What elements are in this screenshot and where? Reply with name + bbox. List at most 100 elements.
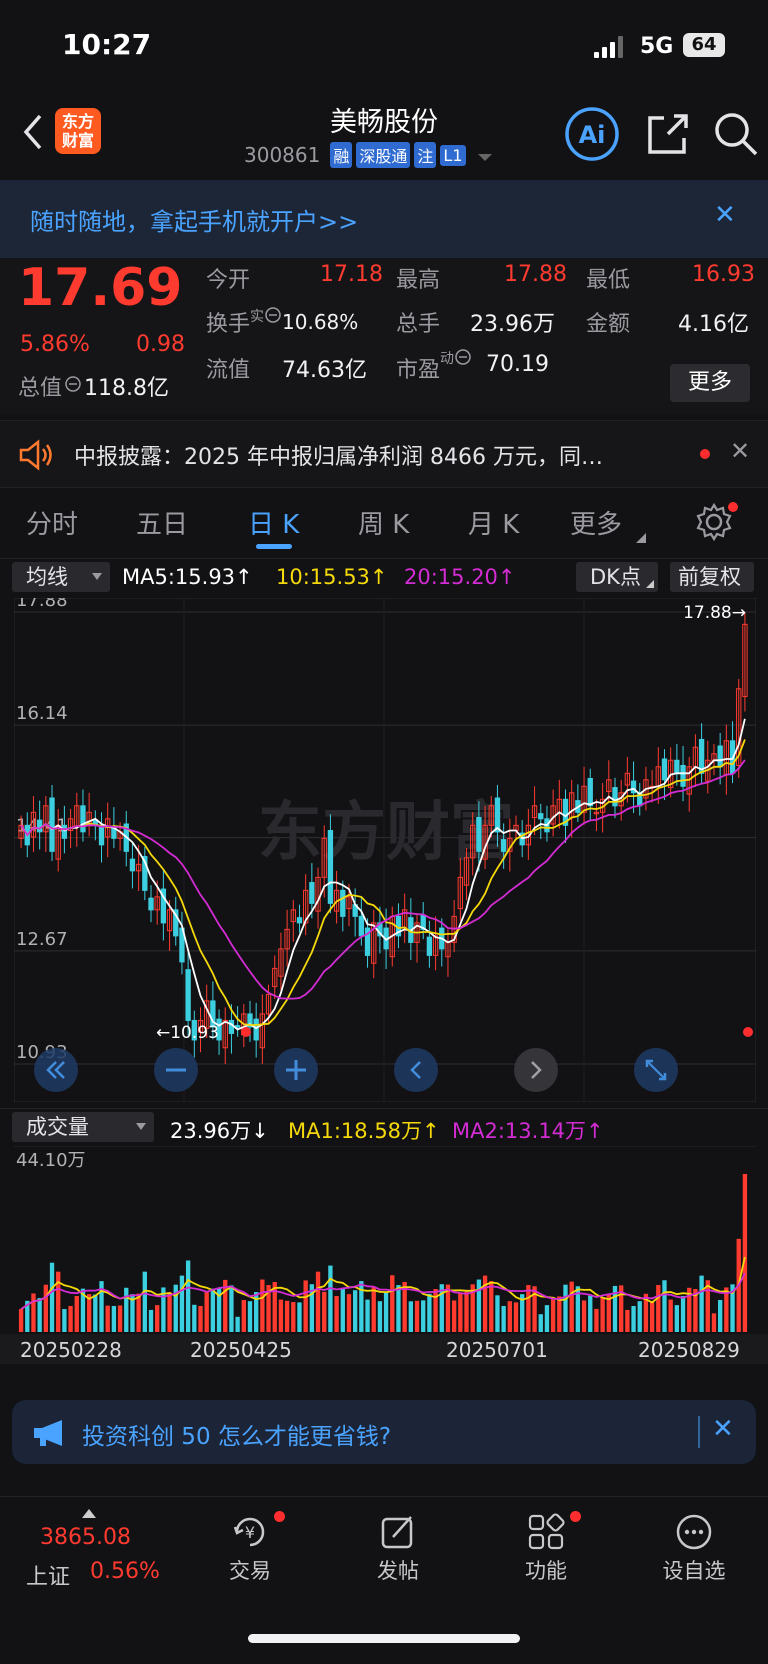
volume-svg: 44.10万 <box>14 1145 756 1332</box>
candle-body <box>717 745 723 768</box>
index-widget[interactable]: 3865.08 上证 0.56% <box>20 1507 170 1597</box>
svg-text:¥: ¥ <box>245 1523 255 1542</box>
ma-selector[interactable]: 均线 <box>12 562 110 592</box>
pe-sup: 动 <box>440 351 455 367</box>
volume-bar <box>538 1314 543 1332</box>
volume-selector[interactable]: 成交量 <box>12 1112 154 1142</box>
search-icon[interactable] <box>712 110 760 158</box>
volume-bar <box>557 1296 562 1332</box>
volume-bar <box>334 1296 339 1332</box>
tab-daily-k[interactable]: 日 K <box>248 504 299 541</box>
stock-header: 东方 财富 美畅股份 300861 融 深股通 注 L1 Ai <box>0 90 768 178</box>
volume-bar <box>297 1302 302 1332</box>
news-text[interactable]: 中报披露：2025 年中报归属净利润 8466 万元，同… <box>74 439 664 471</box>
candle-body <box>228 1019 235 1034</box>
banner-text[interactable]: 随时随地，拿起手机就开户>> <box>30 202 358 237</box>
volume-bar <box>550 1297 556 1332</box>
volume-bar <box>346 1294 352 1332</box>
volume-bar <box>284 1300 290 1332</box>
candle-body <box>234 1025 241 1028</box>
home-indicator <box>248 1634 520 1643</box>
active-tab-indicator <box>256 544 292 549</box>
pe-label: 市盈 <box>396 358 441 383</box>
candle-body <box>98 824 105 846</box>
volume-bar <box>322 1291 327 1332</box>
turnover-value: 10.68% <box>282 310 359 334</box>
fullscreen-button[interactable] <box>634 1048 678 1092</box>
volume-bar <box>105 1305 110 1332</box>
volume-bar <box>291 1302 296 1332</box>
trade-yen-icon: ¥ <box>231 1513 269 1551</box>
candle-body <box>358 915 365 937</box>
turnover-sup: 实 <box>250 309 265 325</box>
candlestick-chart[interactable]: 17.8816.1414.4112.6710.93东方财富17.88→←10.9… <box>13 590 757 1103</box>
nav-watchlist-label: 设自选 <box>662 1559 726 1583</box>
info-icon[interactable] <box>264 306 282 328</box>
volume-bar <box>179 1275 185 1332</box>
scroll-left-button[interactable] <box>394 1048 438 1092</box>
tab-weekly-k[interactable]: 周 K <box>358 504 409 541</box>
tab-more[interactable]: 更多 <box>570 504 622 541</box>
volume-label: 总手 <box>396 312 441 337</box>
ma5-line <box>20 718 746 1031</box>
scroll-right-button[interactable] <box>514 1048 558 1092</box>
volume-bar <box>594 1308 599 1332</box>
nav-post-label: 发帖 <box>377 1559 419 1583</box>
nav-trade[interactable]: ¥ 交易 <box>200 1511 300 1585</box>
volume-bar <box>600 1297 605 1332</box>
volume-bar <box>315 1271 321 1332</box>
nav-functions[interactable]: 功能 <box>496 1511 596 1585</box>
up-triangle-icon <box>82 1509 96 1518</box>
expand-caret-icon[interactable] <box>477 143 492 167</box>
mcap-group: 总值 118.8亿 <box>18 370 169 402</box>
promo-text[interactable]: 投资科创 50 怎么才能更省钱? <box>82 1417 391 1451</box>
ai-icon[interactable]: Ai <box>564 106 620 162</box>
volume-bar <box>260 1279 265 1332</box>
more-quote-button[interactable]: 更多 <box>670 364 750 402</box>
dk-point-selector[interactable]: DK点 <box>576 562 658 592</box>
nav-watchlist[interactable]: 设自选 <box>644 1513 744 1585</box>
chart-period-tabs: 分时 五日 日 K 周 K 月 K 更多 <box>0 494 768 556</box>
candle-body <box>612 787 618 807</box>
promo-close-icon[interactable]: ✕ <box>712 1414 734 1444</box>
volume-bar <box>192 1304 197 1332</box>
tab-intraday[interactable]: 分时 <box>26 504 78 541</box>
candle-body <box>538 813 544 820</box>
news-close-icon[interactable]: ✕ <box>730 437 750 465</box>
banner-close-icon[interactable]: ✕ <box>714 200 736 230</box>
tag-registration: 注 <box>414 142 437 168</box>
tab-more-caret-icon <box>636 528 646 547</box>
nav-badge-dot <box>274 1511 285 1522</box>
candle-body <box>253 1018 259 1041</box>
nav-post[interactable]: 发帖 <box>348 1513 448 1585</box>
volume-bar <box>37 1298 42 1332</box>
volume-bar <box>742 1174 748 1332</box>
candle-body <box>426 936 433 956</box>
volume-bar <box>507 1301 512 1332</box>
last-price: 17.69 <box>18 258 183 318</box>
info-icon[interactable] <box>64 375 82 397</box>
info-icon[interactable] <box>454 348 472 370</box>
volume-chart[interactable]: 44.10万 <box>14 1145 756 1332</box>
settings-badge-dot <box>728 502 738 512</box>
zoom-in-button[interactable] <box>274 1048 318 1092</box>
share-icon[interactable] <box>644 110 692 158</box>
tab-five-day[interactable]: 五日 <box>136 504 188 541</box>
zoom-out-button[interactable] <box>154 1048 198 1092</box>
adjust-selector[interactable]: 前复权 <box>670 562 754 592</box>
news-ticker[interactable]: 中报披露：2025 年中报归属净利润 8466 万元，同… ✕ <box>0 420 768 488</box>
volume-bar <box>49 1262 55 1332</box>
volume-bar <box>155 1305 160 1332</box>
scroll-left-fast-button[interactable] <box>34 1048 78 1092</box>
volume-bar <box>185 1260 191 1332</box>
volume-bar <box>383 1292 389 1332</box>
vol-ma1-value: MA1:18.58万↑ <box>288 1119 440 1143</box>
status-bar: 10:27 5G 64 <box>0 0 768 90</box>
candle-body <box>309 882 315 904</box>
edit-post-icon <box>379 1513 417 1551</box>
volume-bar <box>569 1281 574 1332</box>
tab-monthly-k[interactable]: 月 K <box>468 504 519 541</box>
volume-bar <box>495 1295 500 1332</box>
account-open-banner[interactable]: 随时随地，拿起手机就开户>> ✕ <box>0 180 768 258</box>
promo-banner[interactable]: 投资科创 50 怎么才能更省钱? ✕ <box>12 1400 756 1464</box>
